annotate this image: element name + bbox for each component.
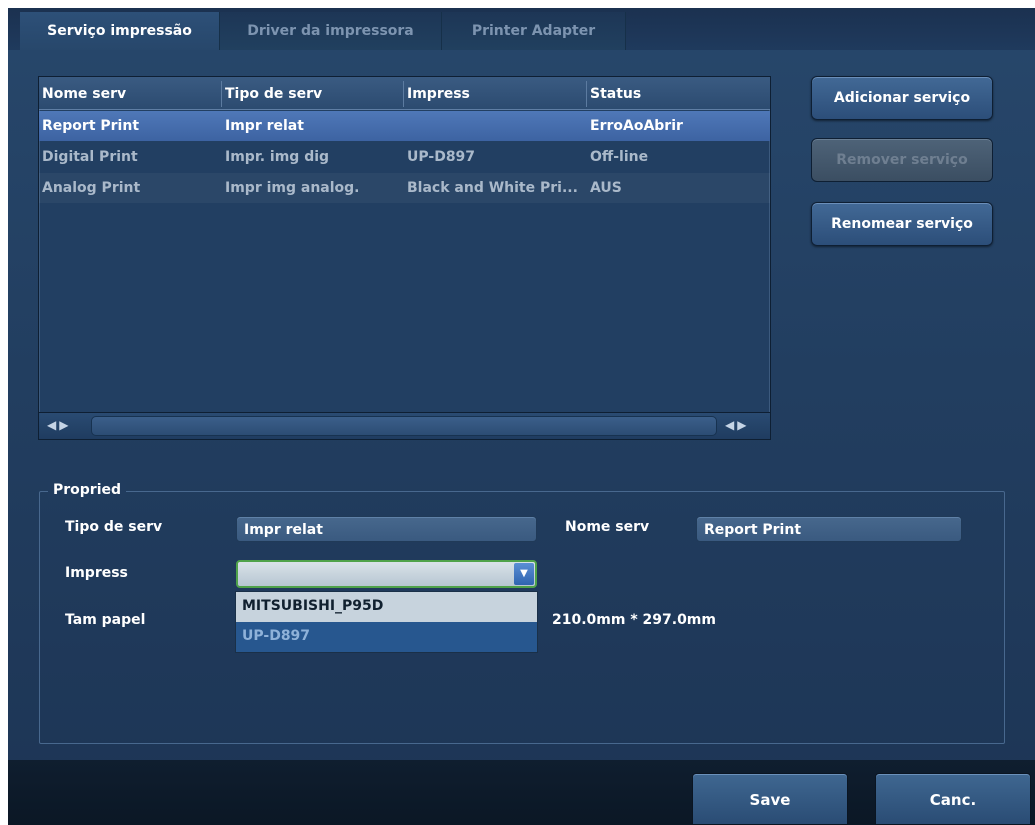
service-name-label: Nome serv bbox=[565, 519, 650, 535]
tab-print-service[interactable]: Serviço impressão bbox=[20, 12, 220, 50]
cell-name: Report Print bbox=[42, 118, 140, 134]
scroll-left-right-icon[interactable]: ◀▶ bbox=[41, 416, 93, 436]
service-list: Nome serv Tipo de serv Impress Status Re… bbox=[38, 76, 771, 420]
printer-dropdown-list: MITSUBISHI_P95D UP-D897 bbox=[235, 591, 538, 653]
column-divider[interactable] bbox=[403, 81, 404, 107]
rename-service-button[interactable]: Renomear serviço bbox=[811, 202, 993, 246]
cell-type: Impr relat bbox=[225, 118, 304, 134]
add-service-button[interactable]: Adicionar serviço bbox=[811, 76, 993, 120]
printer-option[interactable]: MITSUBISHI_P95D bbox=[236, 592, 537, 622]
cancel-button[interactable]: Canc. bbox=[875, 773, 1031, 825]
column-header-printer[interactable]: Impress bbox=[407, 86, 470, 102]
tab-printer-driver[interactable]: Driver da impressora bbox=[220, 12, 442, 50]
column-header-name[interactable]: Nome serv bbox=[42, 86, 126, 102]
cell-status: AUS bbox=[590, 180, 622, 196]
save-button[interactable]: Save bbox=[692, 773, 848, 825]
scrollbar-track[interactable] bbox=[91, 416, 717, 436]
column-divider[interactable] bbox=[221, 81, 222, 107]
paper-size-value: 210.0mm * 297.0mm bbox=[552, 612, 716, 628]
cell-printer: Black and White Pri... bbox=[407, 180, 578, 196]
paper-size-label: Tam papel bbox=[65, 612, 146, 628]
table-row[interactable]: Digital Print Impr. img dig UP-D897 Off-… bbox=[39, 142, 770, 172]
cell-type: Impr img analog. bbox=[225, 180, 360, 196]
cell-name: Digital Print bbox=[42, 149, 138, 165]
cell-name: Analog Print bbox=[42, 180, 141, 196]
table-row[interactable]: Analog Print Impr img analog. Black and … bbox=[39, 173, 770, 203]
cell-printer: UP-D897 bbox=[407, 149, 476, 165]
printer-option[interactable]: UP-D897 bbox=[236, 622, 537, 652]
cell-type: Impr. img dig bbox=[225, 149, 330, 165]
printer-label: Impress bbox=[65, 565, 128, 581]
column-header-status[interactable]: Status bbox=[590, 86, 641, 102]
service-type-label: Tipo de serv bbox=[65, 519, 163, 535]
table-row[interactable]: Report Print Impr relat ErroAoAbrir bbox=[39, 111, 770, 141]
tab-bar: Serviço impressão Driver da impressora P… bbox=[8, 8, 1035, 50]
remove-service-button[interactable]: Remover serviço bbox=[811, 138, 993, 182]
cell-status: Off-line bbox=[590, 149, 649, 165]
printer-select[interactable]: ▼ bbox=[236, 560, 537, 588]
list-header: Nome serv Tipo de serv Impress Status bbox=[39, 77, 770, 110]
chevron-down-icon[interactable]: ▼ bbox=[514, 563, 534, 585]
column-header-type[interactable]: Tipo de serv bbox=[225, 86, 322, 102]
tab-printer-adapter[interactable]: Printer Adapter bbox=[442, 12, 626, 50]
print-settings-window: Serviço impressão Driver da impressora P… bbox=[8, 8, 1035, 825]
cell-status: ErroAoAbrir bbox=[590, 118, 683, 134]
service-type-field[interactable]: Impr relat bbox=[236, 516, 537, 542]
scroll-left-right-icon[interactable]: ◀▶ bbox=[719, 416, 771, 436]
column-divider[interactable] bbox=[586, 81, 587, 107]
service-name-field[interactable]: Report Print bbox=[696, 516, 962, 542]
horizontal-scrollbar[interactable]: ◀▶ ◀▶ bbox=[38, 412, 771, 440]
properties-title: Propried bbox=[48, 482, 127, 498]
